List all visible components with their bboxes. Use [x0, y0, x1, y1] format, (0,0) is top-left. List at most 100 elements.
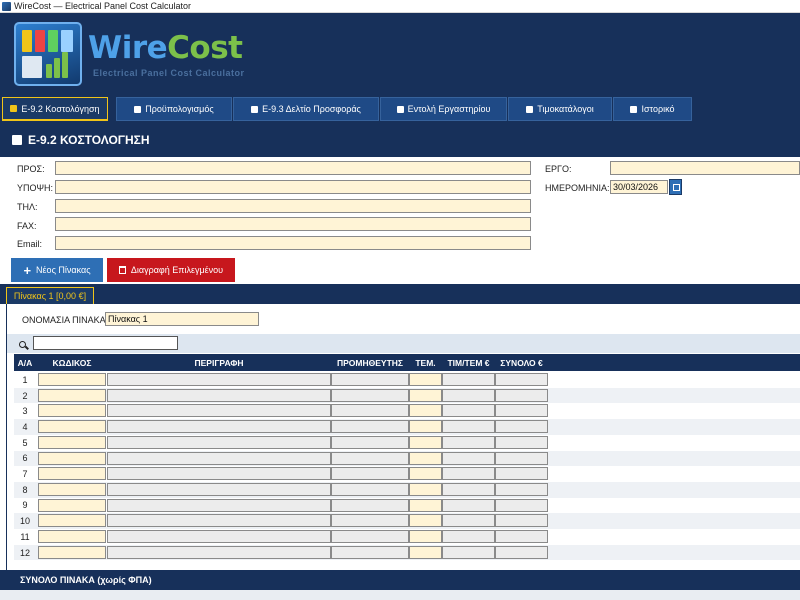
supplier-cell[interactable]: [331, 404, 409, 418]
date-field[interactable]: [610, 180, 668, 194]
total-cell[interactable]: [495, 451, 548, 465]
unit-price-cell[interactable]: [442, 467, 495, 481]
unit-price-cell[interactable]: [442, 435, 495, 449]
code-cell[interactable]: [38, 435, 106, 449]
phone-field[interactable]: [55, 199, 531, 213]
unit-price-cell[interactable]: [442, 530, 495, 543]
tab-costing[interactable]: Ε-9.2 Κοστολόγηση: [2, 97, 108, 121]
row-number: 7: [22, 469, 28, 480]
window-title: WireCost — Electrical Panel Cost Calcula…: [14, 1, 192, 11]
qty-cell[interactable]: [409, 545, 442, 559]
new-panel-button[interactable]: + Νέος Πίνακας: [11, 258, 103, 282]
total-cell[interactable]: [495, 545, 548, 559]
supplier-cell[interactable]: [331, 388, 409, 402]
tab-history[interactable]: Ιστορικό: [613, 97, 692, 121]
description-cell[interactable]: [107, 530, 331, 543]
supplier-cell[interactable]: [331, 514, 409, 528]
code-cell[interactable]: [38, 451, 106, 465]
description-cell[interactable]: [107, 498, 331, 512]
unit-price-cell[interactable]: [442, 420, 495, 434]
description-cell[interactable]: [107, 420, 331, 434]
qty-cell[interactable]: [409, 482, 442, 496]
section-title-icon: [12, 135, 22, 145]
calendar-icon[interactable]: [669, 179, 682, 195]
project-field[interactable]: [610, 161, 800, 175]
supplier-cell[interactable]: [331, 467, 409, 481]
supplier-cell[interactable]: [331, 435, 409, 449]
fax-field[interactable]: [55, 217, 531, 231]
email-field[interactable]: [55, 236, 531, 250]
code-cell[interactable]: [38, 373, 106, 386]
row-number: 1: [22, 374, 28, 385]
search-icon: [19, 341, 26, 348]
description-cell[interactable]: [107, 545, 331, 559]
unit-price-cell[interactable]: [442, 514, 495, 528]
supplier-cell[interactable]: [331, 498, 409, 512]
document-icon: [251, 105, 259, 113]
unit-price-cell[interactable]: [442, 498, 495, 512]
brand-name: WireCost: [88, 30, 243, 66]
description-cell[interactable]: [107, 467, 331, 481]
total-cell[interactable]: [495, 373, 548, 386]
code-cell[interactable]: [38, 404, 106, 418]
total-cell[interactable]: [495, 388, 548, 402]
description-cell[interactable]: [107, 404, 331, 418]
qty-cell[interactable]: [409, 467, 442, 481]
total-cell[interactable]: [495, 420, 548, 434]
code-cell[interactable]: [38, 388, 106, 402]
tab-workshop-order[interactable]: Εντολή Εργαστηρίου: [380, 97, 507, 121]
description-cell[interactable]: [107, 388, 331, 402]
panel-name-field[interactable]: [105, 312, 259, 326]
code-cell[interactable]: [38, 498, 106, 512]
qty-cell[interactable]: [409, 373, 442, 386]
unit-price-cell[interactable]: [442, 451, 495, 465]
total-cell[interactable]: [495, 404, 548, 418]
qty-cell[interactable]: [409, 451, 442, 465]
code-cell[interactable]: [38, 545, 106, 559]
tab-offer[interactable]: Ε-9.3 Δελτίο Προσφοράς: [233, 97, 379, 121]
ypopsi-field[interactable]: [55, 180, 531, 194]
total-cell[interactable]: [495, 482, 548, 496]
tab-price-lists[interactable]: Τιμοκατάλογοι: [508, 97, 612, 121]
total-cell[interactable]: [495, 435, 548, 449]
qty-cell[interactable]: [409, 530, 442, 543]
description-cell[interactable]: [107, 435, 331, 449]
unit-price-cell[interactable]: [442, 373, 495, 386]
unit-price-cell[interactable]: [442, 388, 495, 402]
code-cell[interactable]: [38, 467, 106, 481]
description-cell[interactable]: [107, 451, 331, 465]
code-cell[interactable]: [38, 482, 106, 496]
qty-cell[interactable]: [409, 388, 442, 402]
description-cell[interactable]: [107, 482, 331, 496]
col-header-qty: ΤΕΜ.: [415, 357, 436, 368]
supplier-cell[interactable]: [331, 530, 409, 543]
qty-cell[interactable]: [409, 514, 442, 528]
total-cell[interactable]: [495, 467, 548, 481]
code-cell[interactable]: [38, 514, 106, 528]
qty-cell[interactable]: [409, 498, 442, 512]
total-cell[interactable]: [495, 514, 548, 528]
supplier-cell[interactable]: [331, 373, 409, 386]
pros-field[interactable]: [55, 161, 531, 175]
supplier-cell[interactable]: [331, 482, 409, 496]
description-cell[interactable]: [107, 373, 331, 386]
panel-tab-1[interactable]: Πίνακας 1 [0,00 €]: [6, 287, 94, 304]
supplier-cell[interactable]: [331, 420, 409, 434]
delete-selected-button[interactable]: Διαγραφή Επιλεγμένου: [107, 258, 235, 282]
code-cell[interactable]: [38, 420, 106, 434]
qty-cell[interactable]: [409, 404, 442, 418]
code-cell[interactable]: [38, 530, 106, 543]
unit-price-cell[interactable]: [442, 404, 495, 418]
qty-cell[interactable]: [409, 420, 442, 434]
supplier-cell[interactable]: [331, 545, 409, 559]
total-cell[interactable]: [495, 530, 548, 543]
col-header-total: ΣΥΝΟΛΟ €: [500, 357, 543, 368]
tab-budget[interactable]: Προϋπολογισμός: [116, 97, 232, 121]
description-cell[interactable]: [107, 514, 331, 528]
total-cell[interactable]: [495, 498, 548, 512]
supplier-cell[interactable]: [331, 451, 409, 465]
qty-cell[interactable]: [409, 435, 442, 449]
search-input[interactable]: [33, 336, 178, 350]
unit-price-cell[interactable]: [442, 482, 495, 496]
unit-price-cell[interactable]: [442, 545, 495, 559]
